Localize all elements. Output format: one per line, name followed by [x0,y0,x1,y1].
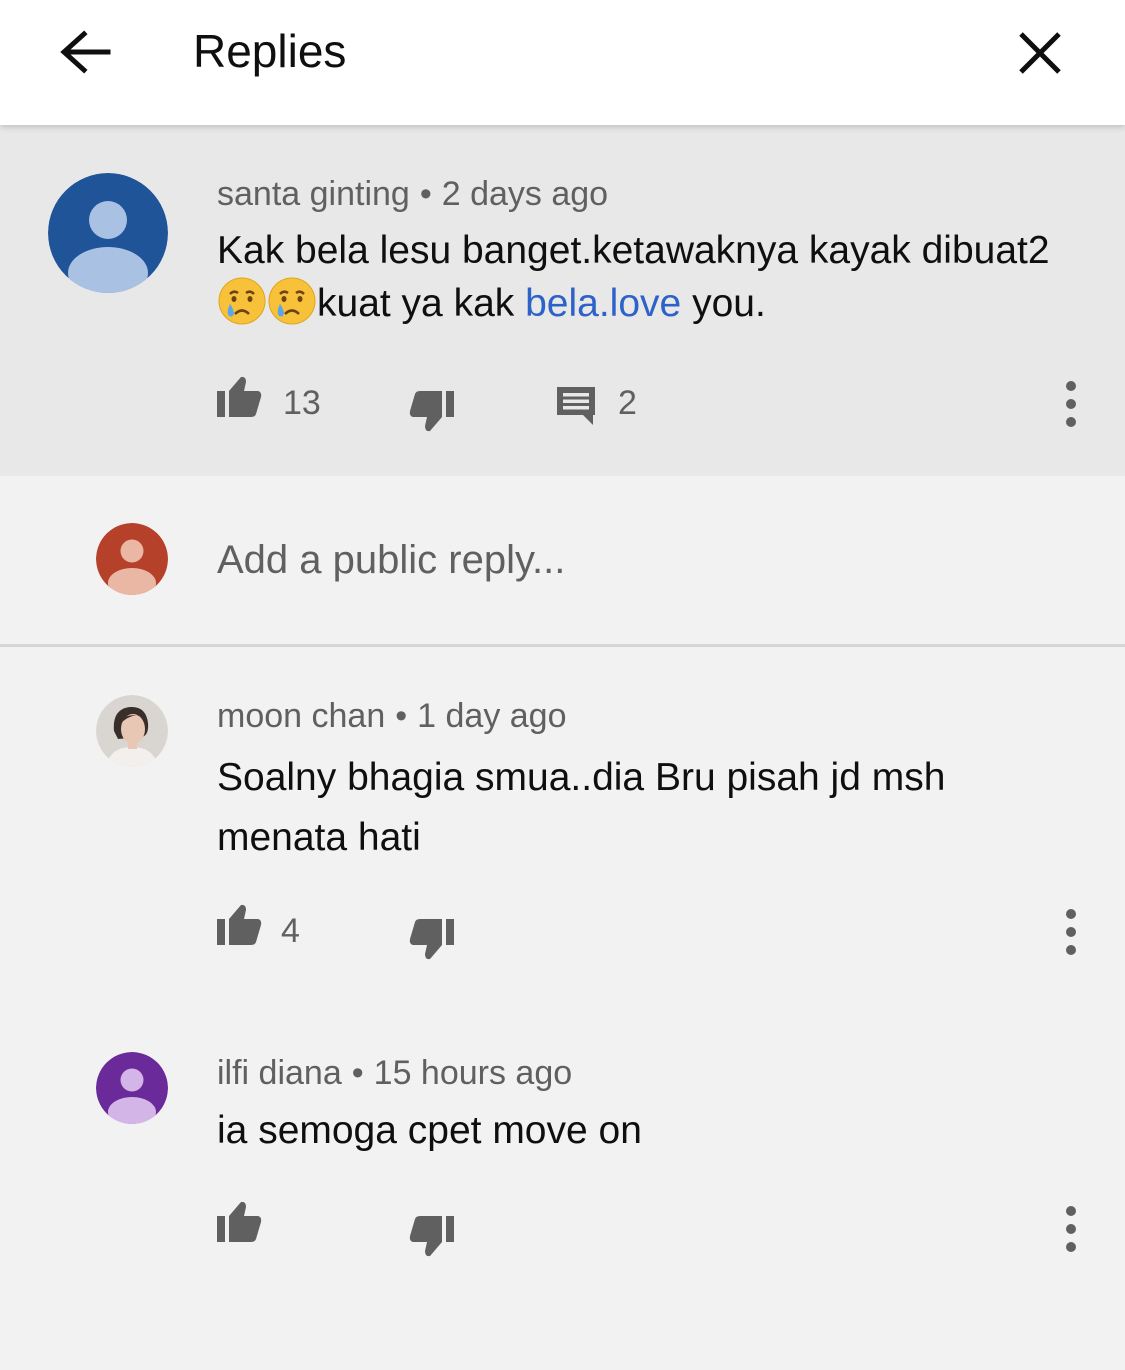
back-button[interactable] [52,22,116,86]
author-name[interactable]: ilfi diana [217,1054,342,1092]
comment-icon [557,387,595,425]
default-avatar-icon [96,1052,168,1124]
thumbs-up-icon [217,1201,262,1242]
avatar[interactable] [96,695,168,767]
comment-text-part: Kak bela lesu banget.ketawaknya kayak di… [217,229,1050,272]
like-button[interactable] [215,903,263,952]
separator-dot: • [419,175,432,213]
thumbs-down-icon [409,1216,454,1257]
author-name[interactable]: santa ginting [217,175,410,213]
author-name[interactable]: moon chan [217,697,385,735]
comment-link[interactable]: bela.love [525,282,681,325]
dislike-button[interactable] [408,917,456,966]
reply-count-button[interactable] [555,385,597,432]
more-options-button[interactable] [1051,374,1091,434]
reply-time[interactable]: 15 hours ago [374,1054,573,1092]
parent-comment: santa ginting • 2 days ago Kak bela lesu b… [0,125,1125,476]
more-options-button[interactable] [1051,902,1091,962]
thumbs-down-icon [409,391,454,432]
more-vert-icon [1066,1206,1076,1252]
reply-time[interactable]: 1 day ago [417,697,566,735]
reply-text: Soalny bhagia smua..dia Bru pisah jd msh… [217,756,946,859]
more-vert-icon [1066,381,1076,427]
user-photo-avatar [96,695,168,767]
divider [0,644,1125,647]
replies-header: Replies [0,0,1125,125]
close-button[interactable] [1008,22,1072,86]
like-button[interactable] [215,375,263,424]
like-button[interactable] [215,1200,263,1249]
avatar[interactable] [96,1052,168,1124]
separator-dot: • [351,1054,364,1092]
reply-meta: ilfi diana • 15 hours ago [217,1054,572,1093]
reply-input[interactable]: Add a public reply... [217,538,1077,588]
like-count: 13 [283,384,321,422]
reply-meta: moon chan • 1 day ago [217,697,567,736]
reply-text: ia semoga cpet move on [217,1109,642,1152]
comment-time[interactable]: 2 days ago [442,175,608,213]
reply-count: 2 [618,384,637,422]
like-count: 4 [281,912,300,950]
thumbs-up-icon [217,376,262,417]
dislike-button[interactable] [408,389,456,438]
default-avatar-icon [48,173,168,293]
page-title: Replies [193,25,347,77]
dislike-button[interactable] [408,1214,456,1263]
comment-text-part: kuat ya kak [317,282,526,325]
crying-face-emoji [218,277,266,325]
separator-dot: • [395,697,408,735]
current-user-avatar [96,523,168,595]
more-options-button[interactable] [1051,1199,1091,1259]
default-avatar-icon [96,523,168,595]
thumbs-down-icon [409,919,454,960]
avatar[interactable] [48,173,168,293]
comment-meta: santa ginting • 2 days ago [217,175,608,214]
crying-face-emoji [268,277,316,325]
more-vert-icon [1066,909,1076,955]
comment-text-part: you. [681,282,766,325]
thumbs-up-icon [217,904,262,945]
close-icon [1019,32,1061,74]
comment-text: Kak bela lesu banget.ketawaknya kayak di… [217,226,1067,329]
arrow-back-icon [60,30,111,74]
